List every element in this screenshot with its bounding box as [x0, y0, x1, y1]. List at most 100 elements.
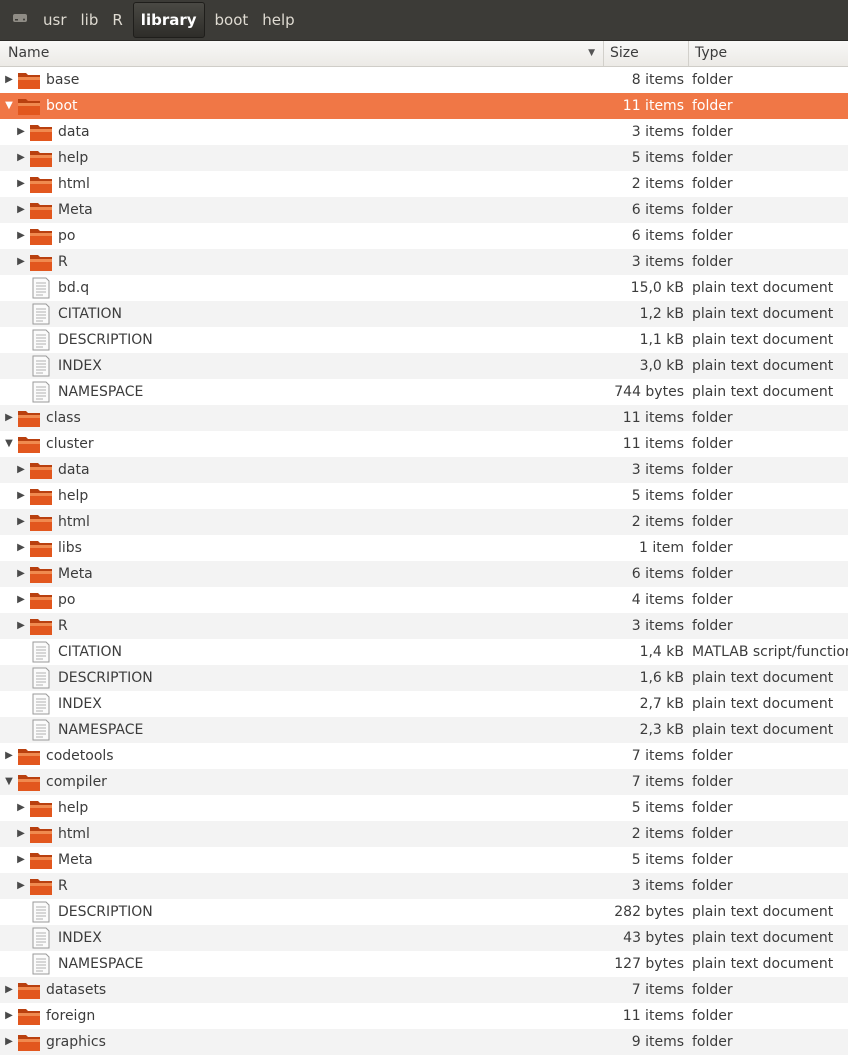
tree-row-namespace[interactable]: NAMESPACE 127 bytes plain text document: [0, 951, 848, 977]
breadcrumb-help[interactable]: help: [255, 2, 301, 38]
tree-row-libs[interactable]: ▶ libs 1 item folder: [0, 535, 848, 561]
tree-row-r[interactable]: ▶ R 3 items folder: [0, 873, 848, 899]
expander-expand-icon[interactable]: ▶: [16, 795, 26, 821]
tree-row-namespace[interactable]: NAMESPACE 2,3 kB plain text document: [0, 717, 848, 743]
tree-row-boot[interactable]: ▼ boot 11 items folder: [0, 93, 848, 119]
row-size: 43 bytes: [623, 930, 684, 946]
row-type: folder: [692, 826, 733, 842]
tree-row-help[interactable]: ▶ help 5 items folder: [0, 483, 848, 509]
row-name: base: [46, 72, 80, 88]
row-name: data: [58, 124, 90, 140]
row-type: folder: [692, 124, 733, 140]
breadcrumb-r[interactable]: R: [105, 2, 129, 38]
tree-row-namespace[interactable]: NAMESPACE 744 bytes plain text document: [0, 379, 848, 405]
tree-row-base[interactable]: ▶ base 8 items folder: [0, 67, 848, 93]
tree-row-citation[interactable]: CITATION 1,2 kB plain text document: [0, 301, 848, 327]
row-name: datasets: [46, 982, 107, 998]
expander-expand-icon[interactable]: ▶: [4, 67, 14, 93]
breadcrumb-usr[interactable]: usr: [36, 2, 74, 38]
tree-row-foreign[interactable]: ▶ foreign 11 items folder: [0, 1003, 848, 1029]
tree-row-meta[interactable]: ▶ Meta 6 items folder: [0, 197, 848, 223]
row-size: 5 items: [631, 488, 684, 504]
tree-row-description[interactable]: DESCRIPTION 282 bytes plain text document: [0, 899, 848, 925]
expander-expand-icon[interactable]: ▶: [16, 561, 26, 587]
tree-row-datasets[interactable]: ▶ datasets 7 items folder: [0, 977, 848, 1003]
size-column-header[interactable]: Size: [603, 41, 688, 66]
name-column-header[interactable]: Name ▼: [2, 41, 603, 66]
expander-collapse-icon[interactable]: ▼: [4, 93, 14, 119]
breadcrumb-library[interactable]: library: [132, 2, 205, 38]
row-type: plain text document: [692, 930, 834, 946]
expander-expand-icon[interactable]: ▶: [4, 1003, 14, 1029]
text-file-icon: [29, 901, 53, 923]
drive-icon[interactable]: [0, 2, 36, 38]
tree-row-bd-q[interactable]: bd.q 15,0 kB plain text document: [0, 275, 848, 301]
row-type: folder: [692, 852, 733, 868]
expander-expand-icon[interactable]: ▶: [16, 119, 26, 145]
tree-row-index[interactable]: INDEX 2,7 kB plain text document: [0, 691, 848, 717]
expander-expand-icon[interactable]: ▶: [16, 873, 26, 899]
expander-expand-icon[interactable]: ▶: [16, 145, 26, 171]
tree-row-html[interactable]: ▶ html 2 items folder: [0, 171, 848, 197]
tree-row-description[interactable]: DESCRIPTION 1,6 kB plain text document: [0, 665, 848, 691]
row-size: 9 items: [631, 1034, 684, 1050]
row-size: 11 items: [622, 98, 684, 114]
tree-row-meta[interactable]: ▶ Meta 6 items folder: [0, 561, 848, 587]
row-size: 7 items: [631, 748, 684, 764]
expander-expand-icon[interactable]: ▶: [16, 821, 26, 847]
tree-row-index[interactable]: INDEX 3,0 kB plain text document: [0, 353, 848, 379]
breadcrumb-boot[interactable]: boot: [208, 2, 256, 38]
tree-row-citation[interactable]: CITATION 1,4 kB MATLAB script/function: [0, 639, 848, 665]
expander-expand-icon[interactable]: ▶: [16, 587, 26, 613]
tree-row-help[interactable]: ▶ help 5 items folder: [0, 145, 848, 171]
expander-collapse-icon[interactable]: ▼: [4, 431, 14, 457]
expander-expand-icon[interactable]: ▶: [16, 197, 26, 223]
expander-expand-icon[interactable]: ▶: [4, 405, 14, 431]
tree-row-meta[interactable]: ▶ Meta 5 items folder: [0, 847, 848, 873]
tree-row-cluster[interactable]: ▼ cluster 11 items folder: [0, 431, 848, 457]
tree-row-index[interactable]: INDEX 43 bytes plain text document: [0, 925, 848, 951]
expander-expand-icon[interactable]: ▶: [16, 847, 26, 873]
row-size: 7 items: [631, 774, 684, 790]
expander-expand-icon[interactable]: ▶: [16, 457, 26, 483]
row-size: 2 items: [631, 514, 684, 530]
tree-row-r[interactable]: ▶ R 3 items folder: [0, 249, 848, 275]
tree-row-help[interactable]: ▶ help 5 items folder: [0, 795, 848, 821]
row-size: 8 items: [631, 72, 684, 88]
expander-expand-icon[interactable]: ▶: [16, 249, 26, 275]
text-file-icon: [29, 927, 53, 949]
tree-row-compiler[interactable]: ▼ compiler 7 items folder: [0, 769, 848, 795]
tree-row-html[interactable]: ▶ html 2 items folder: [0, 509, 848, 535]
expander-collapse-icon[interactable]: ▼: [4, 769, 14, 795]
breadcrumb-lib[interactable]: lib: [74, 2, 106, 38]
tree-row-html[interactable]: ▶ html 2 items folder: [0, 821, 848, 847]
row-type: plain text document: [692, 384, 834, 400]
row-name: cluster: [46, 436, 94, 452]
expander-expand-icon[interactable]: ▶: [16, 535, 26, 561]
folder-icon: [29, 537, 53, 559]
expander-expand-icon[interactable]: ▶: [4, 743, 14, 769]
size-column-label: Size: [610, 45, 639, 61]
tree-row-data[interactable]: ▶ data 3 items folder: [0, 457, 848, 483]
row-name: INDEX: [58, 358, 102, 374]
expander-expand-icon[interactable]: ▶: [16, 509, 26, 535]
tree-row-codetools[interactable]: ▶ codetools 7 items folder: [0, 743, 848, 769]
expander-expand-icon[interactable]: ▶: [16, 483, 26, 509]
expander-expand-icon[interactable]: ▶: [4, 1029, 14, 1055]
tree-row-po[interactable]: ▶ po 4 items folder: [0, 587, 848, 613]
row-size: 2,3 kB: [639, 722, 684, 738]
tree-row-data[interactable]: ▶ data 3 items folder: [0, 119, 848, 145]
type-column-header[interactable]: Type: [688, 41, 848, 66]
tree-row-graphics[interactable]: ▶ graphics 9 items folder: [0, 1029, 848, 1055]
text-file-icon: [29, 719, 53, 741]
tree-row-class[interactable]: ▶ class 11 items folder: [0, 405, 848, 431]
expander-expand-icon[interactable]: ▶: [16, 171, 26, 197]
tree-row-r[interactable]: ▶ R 3 items folder: [0, 613, 848, 639]
tree-row-po[interactable]: ▶ po 6 items folder: [0, 223, 848, 249]
expander-expand-icon[interactable]: ▶: [16, 223, 26, 249]
expander-expand-icon[interactable]: ▶: [4, 977, 14, 1003]
tree-row-description[interactable]: DESCRIPTION 1,1 kB plain text document: [0, 327, 848, 353]
expander-expand-icon[interactable]: ▶: [16, 613, 26, 639]
row-name: codetools: [46, 748, 114, 764]
row-name: help: [58, 150, 89, 166]
